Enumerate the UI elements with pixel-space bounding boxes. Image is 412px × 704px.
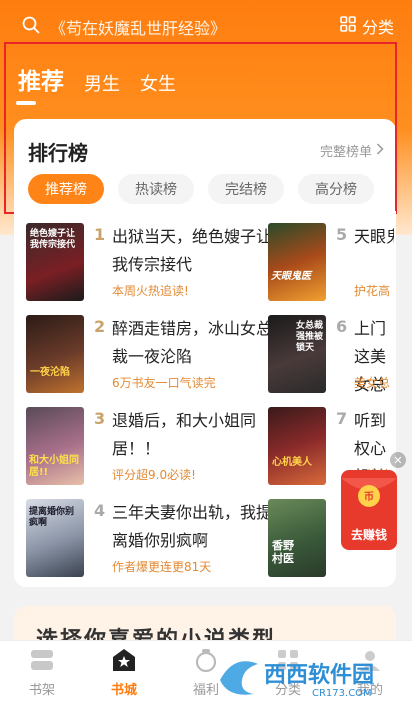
rank-number: 5 (336, 225, 348, 244)
search-placeholder: 《苟在妖魔乱世肝经验》 (50, 19, 227, 38)
search-bar[interactable]: 《苟在妖魔乱世肝经验》 (22, 10, 332, 44)
list-item[interactable]: 和大小姐同居!! 3 退婚后，和大小姐同居！！ 评分超9.0必读! (26, 407, 276, 491)
watermark-text: 西西软件园 (264, 662, 374, 688)
book-cover: 心机美人 (268, 407, 326, 485)
rank-number: 3 (94, 409, 106, 428)
book-cover: 香野村医 (268, 499, 326, 577)
book-tag: 美女总 (354, 376, 391, 390)
rank-number: 6 (336, 317, 348, 336)
category-label: 分类 (362, 18, 395, 37)
grid-icon (340, 16, 356, 36)
list-item[interactable]: 女总裁强推被锁天 6 上门这美女总 美女总 (268, 315, 396, 399)
watermark-sub: CR173.COM (312, 688, 372, 699)
close-icon[interactable]: ✕ (390, 452, 406, 468)
book-cover: 一夜沦陷 (26, 315, 84, 393)
book-tag: 作者爆更连更81天 (112, 560, 212, 574)
book-cover: 绝色嫂子让我传宗接代 (26, 223, 84, 301)
nav-bookstore[interactable]: 书城 (94, 647, 154, 698)
category-button[interactable]: 分类 (340, 14, 394, 38)
bookshelf-icon (29, 647, 55, 673)
book-tag: 6万书友一口气读完 (112, 376, 216, 390)
book-title: 退婚后，和大小姐同居！！ (112, 411, 257, 458)
cover-title: 绝色嫂子让我传宗接代 (30, 229, 76, 250)
list-item[interactable]: 绝色嫂子让我传宗接代 1 出狱当天，绝色嫂子让我传宗接代 本周火热追读! (26, 223, 276, 307)
search-icon (22, 16, 40, 38)
list-item[interactable]: 一夜沦陷 2 醉酒走错房，冰山女总裁一夜沦陷 6万书友一口气读完 (26, 315, 276, 399)
watermark-logo: 西西软件园 CR173.COM (214, 650, 410, 700)
book-title: 三年夫妻你出轨，我提离婚你别疯啊 (112, 503, 273, 550)
cover-title: 提离婚你别疯啊 (29, 507, 75, 528)
nav-label: 书架 (28, 683, 55, 698)
cover-title: 天眼鬼医 (271, 271, 311, 282)
reward-widget[interactable]: 币 去赚钱 (339, 468, 399, 552)
svg-text:币: 币 (364, 491, 374, 503)
bookstore-icon (111, 647, 137, 673)
list-item[interactable]: 天眼鬼医 5 天眼鬼 护花高 (268, 223, 396, 307)
rank-number: 7 (336, 409, 348, 428)
book-cover: 天眼鬼医 (268, 223, 326, 301)
nav-label: 书城 (110, 683, 137, 698)
book-tag: 护花高 (354, 284, 391, 298)
list-item[interactable]: 提离婚你别疯啊 4 三年夫妻你出轨，我提离婚你别疯啊 作者爆更连更81天 (26, 499, 276, 583)
book-cover: 女总裁强推被锁天 (268, 315, 326, 393)
book-title: 醉酒走错房，冰山女总裁一夜沦陷 (112, 319, 273, 366)
nav-bookshelf[interactable]: 书架 (12, 647, 72, 698)
book-cover: 和大小姐同居!! (26, 407, 84, 485)
book-cover: 提离婚你别疯啊 (26, 499, 84, 577)
cover-title: 一夜沦陷 (30, 367, 70, 378)
cover-title: 心机美人 (272, 457, 312, 468)
reward-label: 去赚钱 (350, 528, 387, 542)
book-title: 出狱当天，绝色嫂子让我传宗接代 (112, 227, 273, 274)
highlight-frame (4, 42, 397, 214)
cover-title: 香野村医 (272, 539, 294, 565)
cover-title: 和大小姐同居!! (29, 455, 79, 478)
book-title: 天眼鬼 (354, 227, 394, 246)
cover-title: 女总裁强推被锁天 (296, 321, 324, 353)
book-tag: 评分超9.0必读! (112, 468, 196, 482)
rank-number: 2 (94, 317, 106, 336)
rank-number: 1 (94, 225, 106, 244)
book-tag: 本周火热追读! (112, 284, 189, 298)
rank-number: 4 (94, 501, 106, 520)
